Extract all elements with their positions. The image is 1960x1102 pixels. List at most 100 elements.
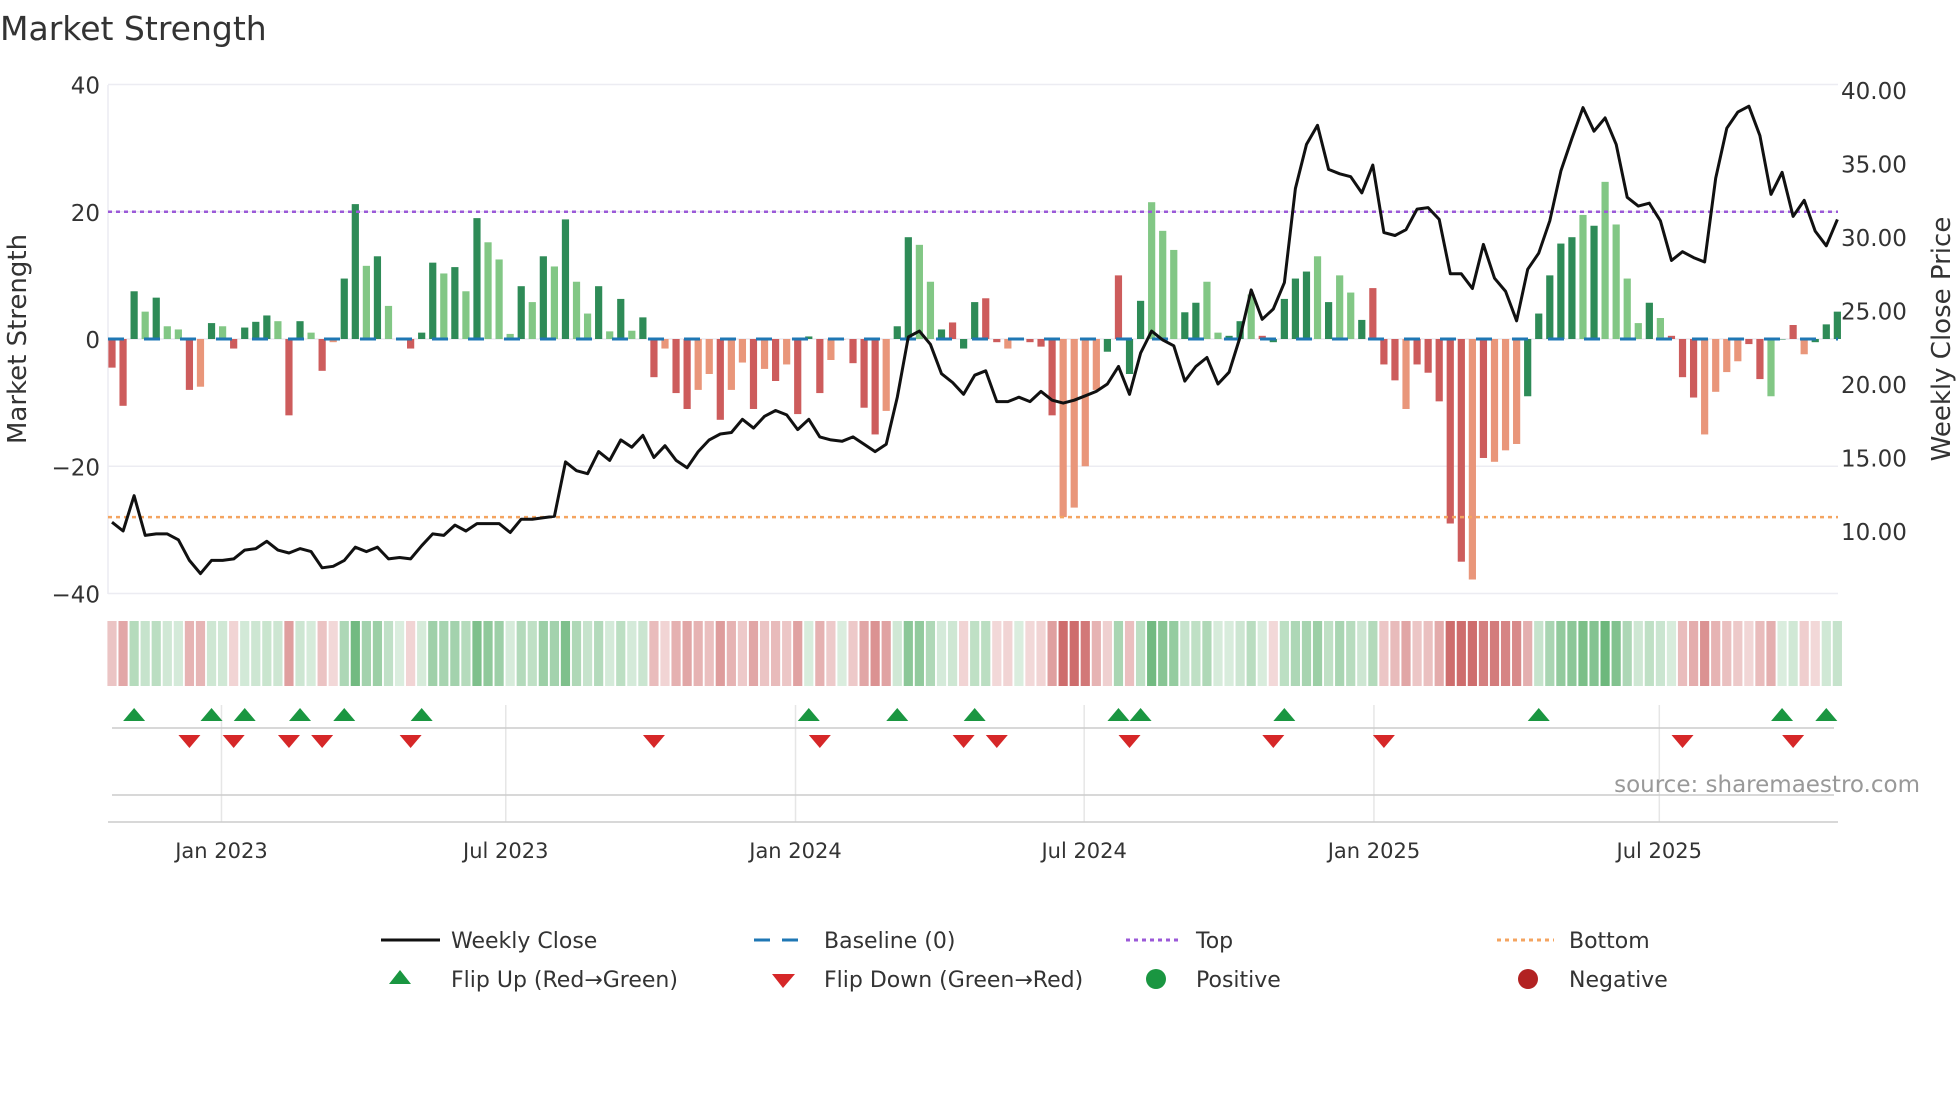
strength-bar [108, 339, 116, 368]
heatmap-cell [1832, 621, 1842, 686]
strength-bar [1557, 243, 1565, 339]
heatmap-cell [605, 621, 615, 686]
strength-bar [772, 339, 780, 381]
strength-bar [1148, 202, 1156, 339]
heatmap-cell [1279, 621, 1289, 686]
strength-bar [1424, 339, 1432, 373]
flip-up-marker [1527, 708, 1550, 721]
strength-bar [307, 332, 315, 339]
heatmap-cell [947, 621, 958, 686]
strength-bar [351, 204, 359, 339]
strength-bar [639, 317, 647, 339]
strength-bar [1103, 339, 1111, 352]
strength-bar [1037, 339, 1045, 347]
flip-down-marker [1782, 735, 1805, 748]
strength-bar [196, 339, 205, 387]
heatmap-cell [118, 621, 128, 686]
strength-bar [451, 267, 459, 339]
heatmap-cell [383, 621, 394, 686]
heatmap-cell [295, 621, 305, 686]
strength-bar [1645, 302, 1653, 339]
heatmap-cell [107, 621, 117, 686]
legend-top: Top [1195, 929, 1233, 954]
heatmap-cell [1235, 621, 1245, 686]
strength-bar [749, 339, 758, 409]
heatmap-cell [925, 621, 936, 686]
heatmap-cell [671, 621, 681, 686]
heatmap-cell [1401, 621, 1411, 686]
heatmap-cell [1700, 621, 1710, 686]
strength-bar [1712, 339, 1720, 392]
heatmap-cell [1257, 621, 1267, 686]
legend-weekly-close: Weekly Close [451, 929, 597, 954]
strength-bar [219, 326, 227, 339]
heatmap-cell [1158, 621, 1168, 686]
strength-bar [1026, 339, 1034, 343]
heatmap-cell [1047, 621, 1057, 686]
x-tick-label: Jan 2024 [747, 839, 842, 863]
heatmap-cell [1711, 621, 1721, 686]
strength-bar [384, 305, 393, 339]
strength-bar [1501, 339, 1510, 451]
heatmap-cell [483, 621, 493, 686]
flip-down-marker [1372, 735, 1395, 748]
heatmap-cell [1655, 621, 1665, 686]
heatmap-cell [1191, 621, 1201, 686]
heatmap-cell [1600, 621, 1610, 686]
heatmap-cell [1677, 621, 1688, 686]
strength-bar [207, 323, 216, 339]
heatmap-cell [1788, 621, 1798, 686]
heatmap-cell [1180, 621, 1190, 686]
heatmap-cell [870, 621, 880, 686]
strength-bar [1756, 339, 1764, 380]
strength-bar [1590, 225, 1598, 339]
heatmap-cell [328, 621, 338, 686]
heatmap-cell [140, 621, 150, 686]
strength-bar [1656, 318, 1664, 339]
x-tick-label: Jan 2025 [1326, 839, 1421, 863]
strength-bar [1634, 323, 1642, 339]
strength-bar [1059, 339, 1067, 518]
strength-bar [185, 339, 194, 390]
strength-bar [296, 321, 304, 339]
flip-up-marker [1815, 708, 1838, 721]
strength-bar [1336, 275, 1344, 339]
heatmap-cell [1489, 621, 1500, 686]
strength-bar [1457, 339, 1465, 562]
flip-up-marker [200, 708, 223, 721]
strength-bar [1325, 302, 1333, 339]
legend: Weekly Close Baseline (0) Top Bottom Fli… [381, 929, 1668, 993]
strength-bar [318, 339, 326, 371]
strength-bar [1048, 339, 1056, 416]
strength-bar [683, 339, 691, 409]
heatmap-cell [428, 621, 438, 686]
heatmap-cell [1003, 621, 1013, 686]
market-strength-chart: Market Strength 40 20 0 −20 −40 40.00 35.00 30.… [0, 9, 1957, 993]
strength-bar [418, 332, 426, 339]
heatmap-cell [1147, 621, 1157, 686]
heatmap-cell [1058, 621, 1068, 686]
heatmap-cell [1113, 621, 1124, 686]
heatmap-cell [229, 621, 239, 686]
strength-bar [672, 339, 680, 394]
y-tick-label: 40 [71, 74, 100, 100]
flip-down-marker [642, 735, 665, 748]
heatmap-cell [970, 621, 980, 686]
strength-bar [583, 313, 592, 339]
heatmap-cell [726, 621, 736, 686]
strength-bar [274, 321, 282, 339]
heatmap-cell [461, 621, 471, 686]
strength-bar [694, 339, 702, 390]
heatmap-cell [1368, 621, 1378, 686]
strength-bar [971, 302, 979, 339]
heatmap-cell [151, 621, 161, 686]
heatmap-cell [1135, 621, 1146, 686]
strength-bar [1413, 339, 1421, 365]
y2-tick-label: 30.00 [1841, 226, 1907, 252]
heatmap-cell [516, 621, 526, 686]
strength-bar [1745, 339, 1753, 345]
heatmap-cell [1666, 621, 1677, 686]
strength-bar [1402, 339, 1410, 409]
strength-bar [1833, 311, 1841, 339]
heatmap-cell [881, 621, 891, 686]
